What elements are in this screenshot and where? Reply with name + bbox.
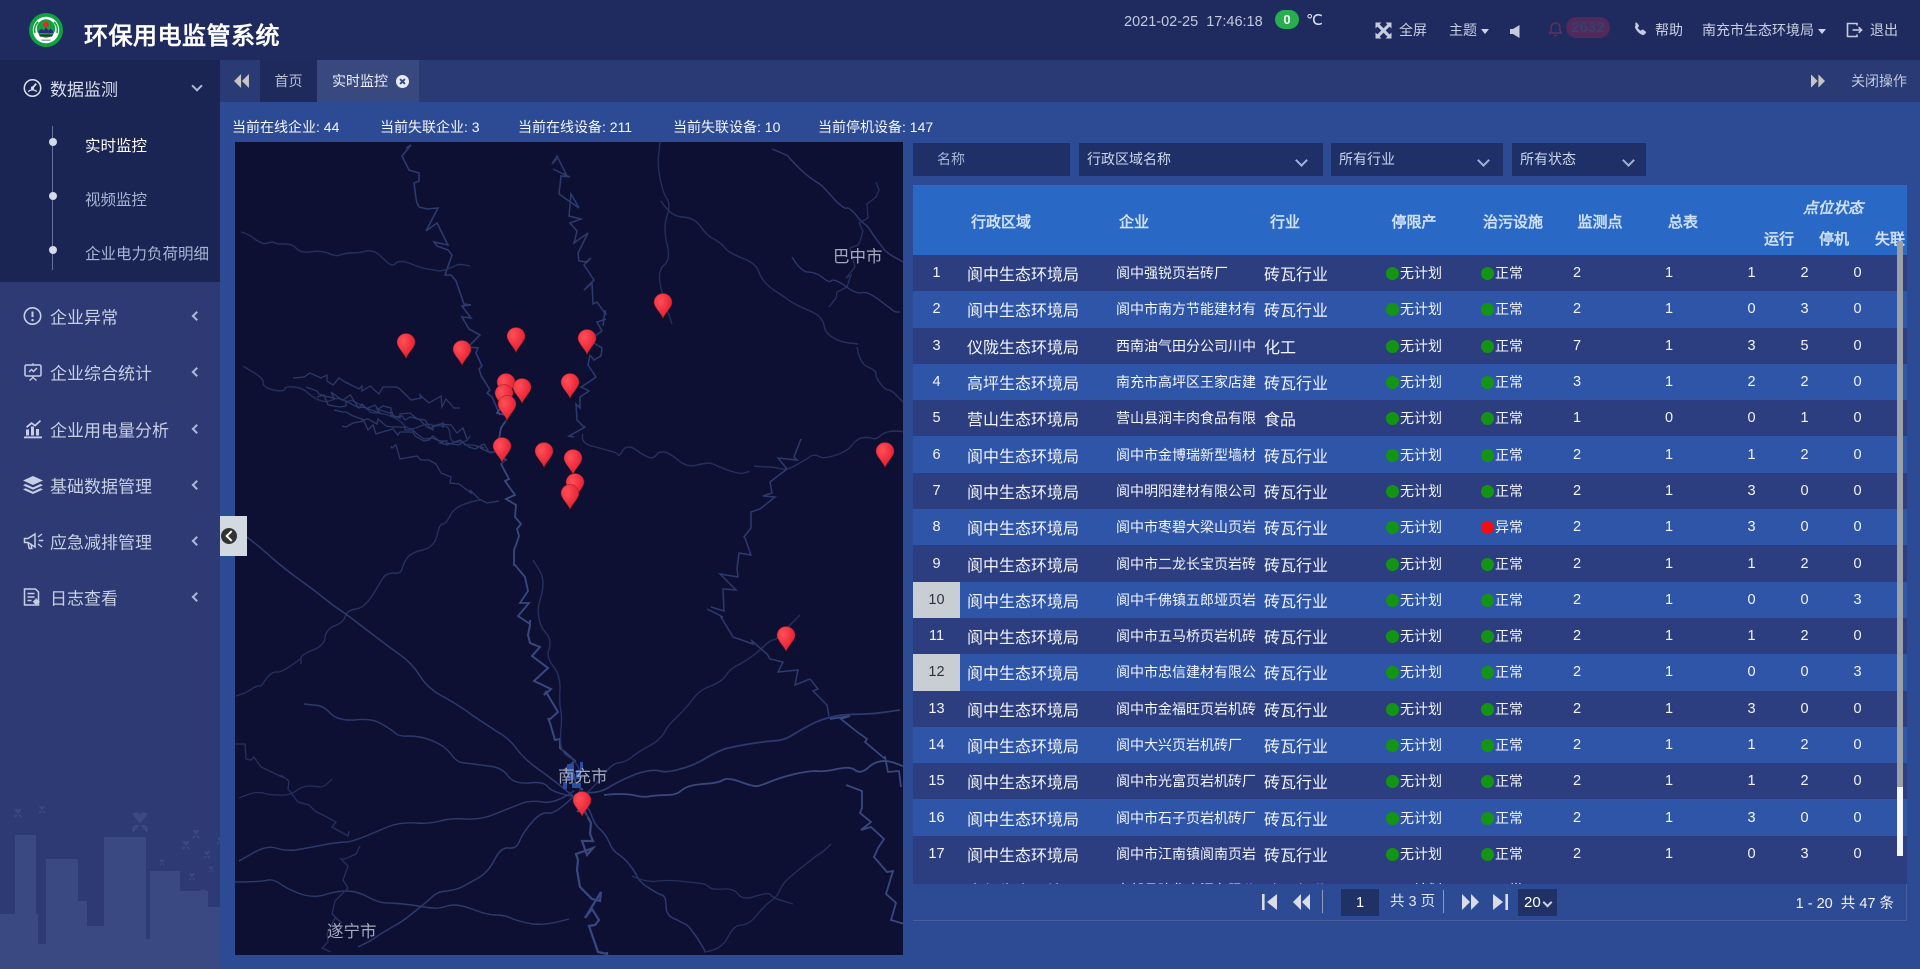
svg-text:遂宁市: 遂宁市	[327, 922, 377, 941]
svg-text:南充市: 南充市	[558, 767, 608, 786]
svg-text:巴中市: 巴中市	[833, 247, 883, 266]
